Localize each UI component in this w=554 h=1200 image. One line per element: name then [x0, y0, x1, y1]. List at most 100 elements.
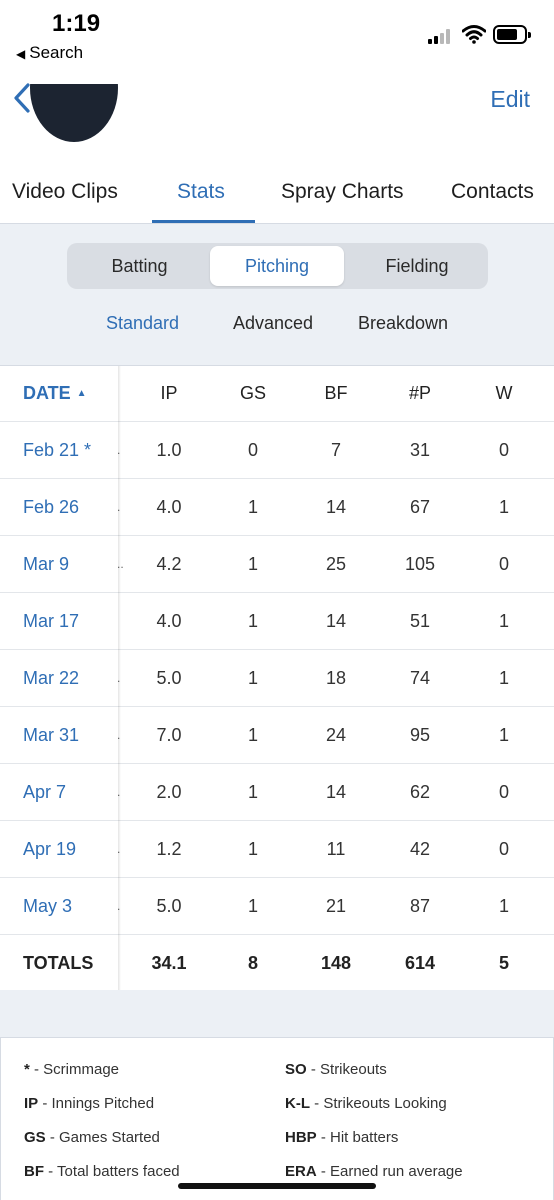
cell-ip: 4.2	[156, 553, 182, 574]
wifi-icon	[462, 25, 486, 44]
back-to-app-link[interactable]: ◀ Search	[16, 43, 83, 63]
cell-w: 1	[498, 610, 509, 631]
legend-item: HBP - Hit batters	[285, 1129, 399, 1146]
legend-item: GS - Games Started	[24, 1129, 160, 1146]
total-gs: 8	[247, 952, 258, 973]
status-bar: 1:19 ◀ Search	[0, 0, 554, 72]
cell-bf: 14	[325, 496, 347, 517]
table-row[interactable]: Apr 19 . 1.2 1 11 42 0	[0, 821, 554, 878]
game-date[interactable]: May 3	[23, 878, 72, 934]
column-header-ip[interactable]: IP	[130, 366, 208, 421]
cell-ip: 4.0	[156, 610, 182, 631]
totals-row: TOTALS 34.1 8 148 614 5	[0, 935, 554, 992]
cell-gs: 1	[247, 553, 258, 574]
cell-bf: 25	[325, 553, 347, 574]
game-date[interactable]: Mar 22	[23, 650, 79, 706]
cell-w: 0	[498, 553, 509, 574]
cell-pitches: 105	[404, 553, 436, 574]
cell-bf: 21	[325, 895, 347, 916]
table-row[interactable]: Apr 7 . 2.0 1 14 62 0	[0, 764, 554, 821]
cell-ip: 5.0	[156, 895, 182, 916]
table-row[interactable]: Mar 9 .. 4.2 1 25 105 0	[0, 536, 554, 593]
legend-item: * - Scrimmage	[24, 1061, 120, 1078]
table-row[interactable]: Mar 22 . 5.0 1 18 74 1	[0, 650, 554, 707]
back-triangle-icon: ◀	[16, 47, 26, 61]
status-time: 1:19	[52, 10, 101, 37]
table-row[interactable]: Feb 26 . 4.0 1 14 67 1	[0, 479, 554, 536]
profile-tabs: Video Clips Stats Spray Charts Contacts	[0, 160, 554, 224]
cell-w: 1	[498, 895, 509, 916]
table-row[interactable]: Feb 21 * . 1.0 0 7 31 0	[0, 422, 554, 479]
legend-item: ERA - Earned run average	[285, 1163, 463, 1180]
table-row[interactable]: Mar 17 4.0 1 14 51 1	[0, 593, 554, 650]
cell-bf: 11	[326, 838, 346, 859]
home-indicator[interactable]	[178, 1183, 376, 1189]
cell-ip: 1.2	[156, 838, 182, 859]
subtab-standard[interactable]: Standard	[106, 313, 179, 334]
table-row[interactable]: May 3 . 5.0 1 21 87 1	[0, 878, 554, 935]
table-header-row: DATE ▲ IP GS BF #P W	[0, 366, 554, 422]
cell-gs: 1	[247, 724, 258, 745]
total-w: 5	[498, 952, 509, 973]
avatar	[30, 84, 118, 144]
column-header-date[interactable]: DATE ▲	[23, 366, 87, 421]
cell-bf: 14	[325, 781, 347, 802]
active-tab-indicator	[152, 220, 255, 223]
signal-icon	[428, 28, 454, 44]
column-header-pitches[interactable]: #P	[381, 366, 459, 421]
column-header-w[interactable]: W	[465, 366, 543, 421]
cell-ip: 5.0	[156, 667, 182, 688]
subtab-advanced[interactable]: Advanced	[233, 313, 313, 334]
cell-gs: 1	[247, 667, 258, 688]
cell-w: 1	[498, 667, 509, 688]
table-row[interactable]: Mar 31 . 7.0 1 24 95 1	[0, 707, 554, 764]
game-date[interactable]: Feb 26	[23, 479, 79, 535]
game-date[interactable]: Feb 21 *	[23, 422, 91, 478]
tab-stats[interactable]: Stats	[177, 180, 225, 204]
edit-button[interactable]: Edit	[490, 86, 530, 113]
stats-filter-panel: Batting Pitching Fielding Standard Advan…	[0, 224, 554, 366]
legend-item: SO - Strikeouts	[285, 1061, 387, 1078]
cell-w: 0	[498, 838, 509, 859]
tab-contacts[interactable]: Contacts	[451, 180, 534, 204]
cell-pitches: 51	[409, 610, 431, 631]
stats-legend: * - Scrimmage IP - Innings Pitched GS - …	[0, 1037, 554, 1200]
column-header-gs[interactable]: GS	[214, 366, 292, 421]
segment-pitching[interactable]: Pitching	[210, 246, 344, 286]
game-date[interactable]: Apr 19	[23, 821, 76, 877]
cell-pitches: 42	[409, 838, 431, 859]
subtab-breakdown[interactable]: Breakdown	[358, 313, 448, 334]
total-bf: 148	[320, 952, 352, 973]
game-date[interactable]: Mar 31	[23, 707, 79, 763]
cell-gs: 1	[247, 838, 258, 859]
cell-pitches: 62	[409, 781, 431, 802]
cell-pitches: 95	[409, 724, 431, 745]
game-date[interactable]: Apr 7	[23, 764, 66, 820]
cell-gs: 0	[247, 439, 258, 460]
segment-fielding[interactable]: Fielding	[349, 246, 485, 286]
cell-ip: 1.0	[156, 439, 182, 460]
legend-item: IP - Innings Pitched	[24, 1095, 155, 1112]
segment-batting[interactable]: Batting	[71, 246, 208, 286]
game-date[interactable]: Mar 9	[23, 536, 69, 592]
cell-bf: 7	[330, 439, 341, 460]
cell-w: 1	[498, 724, 509, 745]
sort-ascending-icon: ▲	[76, 388, 87, 399]
cell-bf: 24	[325, 724, 347, 745]
cell-ip: 2.0	[156, 781, 182, 802]
cell-bf: 14	[325, 610, 347, 631]
total-ip: 34.1	[151, 952, 187, 973]
cell-w: 1	[498, 496, 509, 517]
totals-label: TOTALS	[23, 952, 94, 973]
stat-type-segmented-control: Batting Pitching Fielding	[67, 243, 488, 289]
cell-gs: 1	[247, 610, 258, 631]
game-date[interactable]: Mar 17	[23, 593, 79, 649]
column-header-bf[interactable]: BF	[297, 366, 375, 421]
tab-video-clips[interactable]: Video Clips	[12, 180, 118, 204]
frozen-column-divider	[118, 366, 121, 990]
cell-gs: 1	[247, 895, 258, 916]
cell-ip: 7.0	[156, 724, 182, 745]
cell-bf: 18	[325, 667, 347, 688]
cell-gs: 1	[247, 781, 258, 802]
tab-spray-charts[interactable]: Spray Charts	[281, 180, 404, 204]
